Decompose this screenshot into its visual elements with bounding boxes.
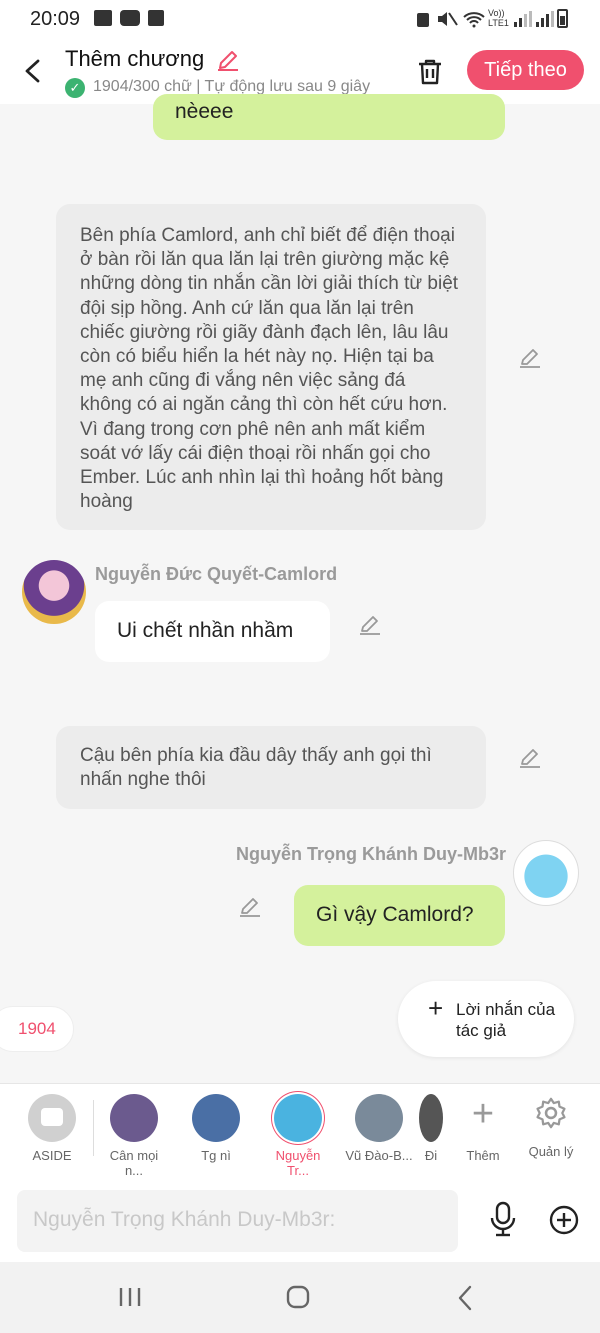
signal-icon-2 bbox=[536, 11, 554, 27]
narration-text: Cậu bên phía kia đầu dây thấy anh gọi th… bbox=[80, 745, 432, 791]
home-icon[interactable] bbox=[286, 1285, 310, 1309]
recycle-icon bbox=[417, 13, 429, 27]
battery-icon bbox=[557, 9, 568, 28]
plus-icon: + bbox=[428, 993, 444, 1023]
mute-icon bbox=[438, 12, 458, 26]
character-avatar bbox=[192, 1094, 240, 1142]
back-nav-icon[interactable] bbox=[456, 1285, 474, 1311]
message-text: Gì vậy Camlord? bbox=[316, 903, 474, 926]
character-label: Đi bbox=[424, 1148, 438, 1163]
microphone-icon[interactable] bbox=[487, 1200, 519, 1238]
network-label: Vo)) LTE1 bbox=[488, 8, 509, 28]
word-count-badge: 1904 bbox=[0, 1006, 74, 1052]
message-bubble-right[interactable]: Gì vậy Camlord? bbox=[294, 885, 505, 946]
edit-icon[interactable] bbox=[518, 345, 542, 369]
word-count-value: 1904 bbox=[18, 1019, 56, 1038]
character-avatar bbox=[419, 1094, 443, 1142]
narration-block[interactable]: Cậu bên phía kia đầu dây thấy anh gọi th… bbox=[56, 726, 486, 809]
edit-title-icon[interactable] bbox=[216, 48, 240, 72]
message-text: nèeee bbox=[175, 100, 234, 123]
recent-apps-icon[interactable] bbox=[118, 1286, 142, 1308]
character-avatar bbox=[355, 1094, 403, 1142]
wifi-icon bbox=[463, 12, 485, 28]
character-item[interactable]: Cân mọi n... bbox=[99, 1094, 169, 1178]
aside-avatar bbox=[28, 1094, 76, 1142]
edit-icon[interactable] bbox=[358, 612, 382, 636]
character-label: Tg nì bbox=[201, 1148, 231, 1163]
system-nav-bar bbox=[0, 1262, 600, 1333]
divider bbox=[93, 1100, 94, 1156]
narration-block[interactable]: Bên phía Camlord, anh chỉ biết để điện t… bbox=[56, 204, 486, 530]
author-note-label: Lời nhắn của tác giả bbox=[456, 1000, 556, 1040]
app-notification-icon bbox=[148, 10, 164, 26]
character-avatar bbox=[274, 1094, 322, 1142]
back-arrow-icon[interactable] bbox=[16, 54, 50, 88]
youtube-icon bbox=[120, 10, 140, 26]
chat-area: nèeee Bên phía Camlord, anh chỉ biết để … bbox=[0, 94, 600, 1083]
more-label: Thêm bbox=[466, 1148, 500, 1163]
next-button[interactable]: Tiếp theo bbox=[467, 50, 584, 90]
character-label: Nguyễn Tr... bbox=[275, 1148, 321, 1178]
edit-icon[interactable] bbox=[518, 745, 542, 769]
status-time: 20:09 bbox=[30, 8, 81, 30]
character-label: Vũ Đào-B... bbox=[345, 1148, 413, 1163]
gallery-icon bbox=[94, 10, 112, 26]
sender-name: Nguyễn Trọng Khánh Duy-Mb3r bbox=[236, 844, 506, 864]
message-text: Ui chết nhần nhầm bbox=[117, 619, 294, 642]
character-aside[interactable]: ASIDE bbox=[17, 1094, 87, 1163]
manage-label: Quản lý bbox=[528, 1144, 574, 1159]
character-label: ASIDE bbox=[32, 1148, 72, 1163]
edit-icon[interactable] bbox=[238, 894, 262, 918]
saved-check-icon: ✓ bbox=[65, 78, 85, 98]
character-item[interactable]: Đi bbox=[419, 1094, 443, 1163]
plus-icon: + bbox=[471, 1093, 495, 1135]
page-title: Thêm chương bbox=[65, 46, 205, 71]
add-circle-icon[interactable] bbox=[548, 1204, 580, 1236]
status-bar: 20:09 Vo)) LTE1 bbox=[0, 0, 600, 38]
avatar-mb3r[interactable] bbox=[513, 840, 579, 906]
input-area: Nguyễn Trọng Khánh Duy-Mb3r: bbox=[0, 1180, 600, 1262]
signal-icon-1 bbox=[514, 11, 532, 27]
character-item-selected[interactable]: Nguyễn Tr... bbox=[263, 1094, 333, 1178]
manage-button[interactable]: Quản lý bbox=[518, 1094, 584, 1159]
message-input[interactable]: Nguyễn Trọng Khánh Duy-Mb3r: bbox=[17, 1190, 458, 1252]
message-bubble-left[interactable]: Ui chết nhần nhầm bbox=[95, 601, 330, 662]
gear-icon bbox=[536, 1097, 566, 1129]
character-item[interactable]: Vũ Đào-B... bbox=[344, 1094, 414, 1163]
character-label: Cân mọi n... bbox=[109, 1148, 159, 1178]
trash-icon[interactable] bbox=[414, 56, 446, 88]
author-note-button[interactable]: + Lời nhắn của tác giả bbox=[398, 981, 574, 1057]
character-item[interactable]: Tg nì bbox=[181, 1094, 251, 1163]
character-bar: ASIDE Cân mọi n... Tg nì Nguyễn Tr... Vũ… bbox=[0, 1083, 600, 1180]
character-avatar bbox=[110, 1094, 158, 1142]
narration-text: Bên phía Camlord, anh chỉ biết để điện t… bbox=[80, 225, 459, 513]
more-characters-button[interactable]: + Thêm bbox=[450, 1094, 516, 1163]
avatar-camlord[interactable] bbox=[22, 560, 86, 624]
sender-name: Nguyễn Đức Quyết-Camlord bbox=[95, 564, 338, 584]
message-bubble-partial[interactable]: nèeee bbox=[153, 94, 505, 140]
